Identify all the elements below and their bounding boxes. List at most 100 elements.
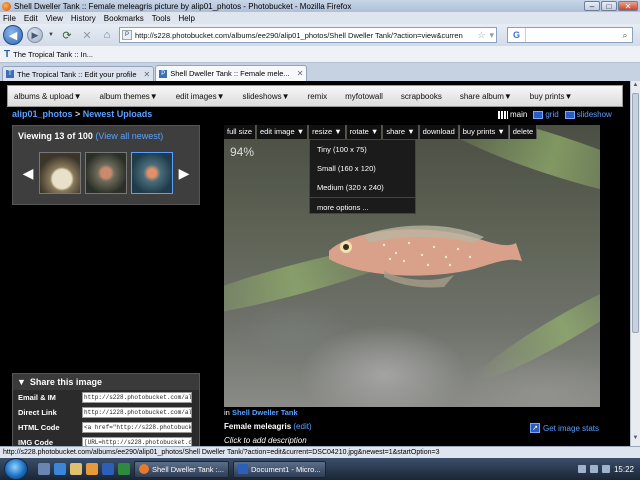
history-dropdown-icon[interactable]: ▼ — [47, 27, 55, 43]
nav-share-album[interactable]: share album▼ — [460, 92, 512, 101]
previous-arrow-icon[interactable]: ◀ — [21, 165, 35, 182]
img-code-field[interactable]: [URL=http://s228.photobucket.com/alb — [82, 437, 192, 446]
resize-small-option[interactable]: Small (160 x 120) — [310, 159, 415, 178]
language-icon[interactable] — [577, 465, 586, 473]
resize-tiny-option[interactable]: Tiny (100 x 75) — [310, 140, 415, 159]
delete-button[interactable]: delete — [509, 125, 538, 139]
menu-bookmarks[interactable]: Bookmarks — [104, 14, 144, 23]
word-icon — [237, 464, 248, 474]
word-icon[interactable] — [102, 463, 114, 475]
nav-album-themes[interactable]: album themes▼ — [100, 92, 158, 101]
share-label: Email & IM — [18, 393, 56, 402]
image-stats-link[interactable]: ↗ Get image stats — [530, 423, 599, 433]
main-view-icon — [498, 110, 508, 119]
menu-help[interactable]: Help — [178, 14, 194, 23]
view-grid-option[interactable]: grid — [533, 110, 559, 119]
tab-label: Shell Dweller Tank :: Female mele... — [170, 69, 290, 78]
viewer-count: Viewing 13 of 100 — [18, 131, 93, 141]
email-im-field[interactable]: http://s228.photobucket.com/albums/ — [82, 392, 192, 403]
tab-shell-dweller[interactable]: P Shell Dweller Tank :: Female mele... ✕ — [155, 65, 308, 81]
address-dropdown-icon[interactable]: ▾ — [489, 30, 494, 41]
next-arrow-icon[interactable]: ▶ — [177, 165, 191, 182]
maximize-button[interactable]: □ — [601, 1, 617, 11]
search-box[interactable]: G ⌕ — [507, 27, 633, 43]
close-window-button[interactable]: ✕ — [618, 1, 638, 11]
stop-icon[interactable]: ✕ — [79, 27, 95, 43]
window-controls: – □ ✕ — [584, 1, 638, 11]
thumbnail[interactable] — [39, 152, 81, 194]
taskbar-word[interactable]: Document1 - Micro... — [232, 460, 326, 478]
tab-tropical-tank[interactable]: T The Tropical Tank :: Edit your profile… — [2, 66, 155, 81]
search-engine-icon[interactable]: G — [508, 28, 526, 42]
nav-buy-prints[interactable]: buy prints▼ — [530, 92, 573, 101]
collapse-triangle-icon[interactable]: ▼ — [17, 377, 26, 387]
tab-strip: T The Tropical Tank :: Edit your profile… — [0, 63, 640, 81]
resize-medium-option[interactable]: Medium (320 x 240) — [310, 178, 415, 197]
menu-edit[interactable]: Edit — [24, 14, 38, 23]
image-viewer-panel: Viewing 13 of 100 (View all newest) ◀ ▶ — [12, 125, 200, 205]
address-input[interactable]: http://s228.photobucket.com/albums/ee290… — [135, 31, 475, 40]
volume-icon[interactable] — [601, 465, 610, 473]
menu-view[interactable]: View — [46, 14, 63, 23]
menu-history[interactable]: History — [71, 14, 96, 23]
scrollbar-thumb[interactable] — [632, 93, 639, 333]
search-icon[interactable]: ⌕ — [618, 30, 632, 41]
nav-albums-upload[interactable]: albums & upload▼ — [14, 92, 82, 101]
edit-title-link[interactable]: (edit) — [293, 422, 311, 431]
nav-edit-images[interactable]: edit images▼ — [176, 92, 225, 101]
ie-icon[interactable] — [54, 463, 66, 475]
photo-description[interactable]: Click to add description — [224, 436, 307, 445]
thumbnail[interactable] — [85, 152, 127, 194]
back-button[interactable]: ◀ — [3, 25, 23, 45]
menu-file[interactable]: File — [3, 14, 16, 23]
share-heading[interactable]: ▼ Share this image — [13, 374, 199, 390]
bookmark-star-icon[interactable]: ☆ — [477, 30, 485, 41]
vertical-scrollbar[interactable]: ▲ ▼ — [630, 81, 640, 446]
taskbar-firefox[interactable]: Shell Dweller Tank :... — [134, 460, 229, 478]
rotate-button[interactable]: rotate ▼ — [346, 125, 383, 139]
breadcrumb-section[interactable]: Newest Uploads — [83, 109, 153, 119]
album-link[interactable]: Shell Dweller Tank — [232, 408, 298, 417]
media-icon[interactable] — [86, 463, 98, 475]
share-row: Email & IM http://s228.photobucket.com/a… — [13, 390, 199, 405]
resize-more-options[interactable]: more options ... — [310, 197, 415, 216]
download-button[interactable]: download — [419, 125, 459, 139]
scroll-down-icon[interactable]: ▼ — [631, 435, 640, 445]
thumbnail-current[interactable] — [131, 152, 173, 194]
forward-button[interactable]: ▶ — [27, 27, 43, 43]
breadcrumb-user[interactable]: alip01_photos — [12, 109, 73, 119]
window-titlebar: Shell Dweller Tank :: Female meleagris p… — [0, 0, 640, 12]
resize-button[interactable]: resize ▼ — [309, 125, 346, 139]
view-all-link[interactable]: (View all newest) — [95, 131, 163, 141]
site-favicon: P — [122, 30, 132, 40]
folder-icon[interactable] — [70, 463, 82, 475]
view-main-option[interactable]: main — [498, 110, 527, 119]
tab-close-icon[interactable]: ✕ — [144, 70, 151, 79]
address-bar[interactable]: P http://s228.photobucket.com/albums/ee2… — [119, 27, 497, 43]
tab-close-icon[interactable]: ✕ — [297, 69, 304, 78]
reload-icon[interactable]: ⟳ — [59, 27, 75, 43]
buy-prints-button[interactable]: buy prints ▼ — [459, 125, 509, 139]
network-icon[interactable] — [589, 465, 598, 473]
start-button[interactable] — [4, 458, 28, 480]
share-button[interactable]: share ▼ — [383, 125, 419, 139]
firefox-icon — [2, 1, 11, 11]
direct-link-field[interactable]: http://i228.photobucket.com/albums — [82, 407, 192, 418]
excel-icon[interactable] — [118, 463, 130, 475]
nav-remix[interactable]: remix — [308, 92, 328, 101]
scroll-up-icon[interactable]: ▲ — [631, 82, 640, 92]
bookmark-item[interactable]: The Tropical Tank :: In... — [13, 50, 93, 59]
view-slideshow-option[interactable]: slideshow — [564, 110, 612, 119]
nav-scrapbooks[interactable]: scrapbooks — [401, 92, 442, 101]
html-code-field[interactable]: <a href="http://s228.photobucket.co — [82, 422, 192, 433]
share-heading-text: Share this image — [29, 377, 102, 387]
minimize-button[interactable]: – — [584, 1, 600, 11]
menu-tools[interactable]: Tools — [152, 14, 171, 23]
show-desktop-icon[interactable] — [38, 463, 50, 475]
home-icon[interactable]: ⌂ — [99, 27, 115, 43]
clock[interactable]: 15:22 — [614, 465, 634, 474]
nav-slideshows[interactable]: slideshows▼ — [243, 92, 290, 101]
nav-myfotowall[interactable]: myfotowall — [345, 92, 383, 101]
edit-image-button[interactable]: edit image ▼ — [257, 125, 309, 139]
full-size-button[interactable]: full size — [224, 125, 257, 139]
